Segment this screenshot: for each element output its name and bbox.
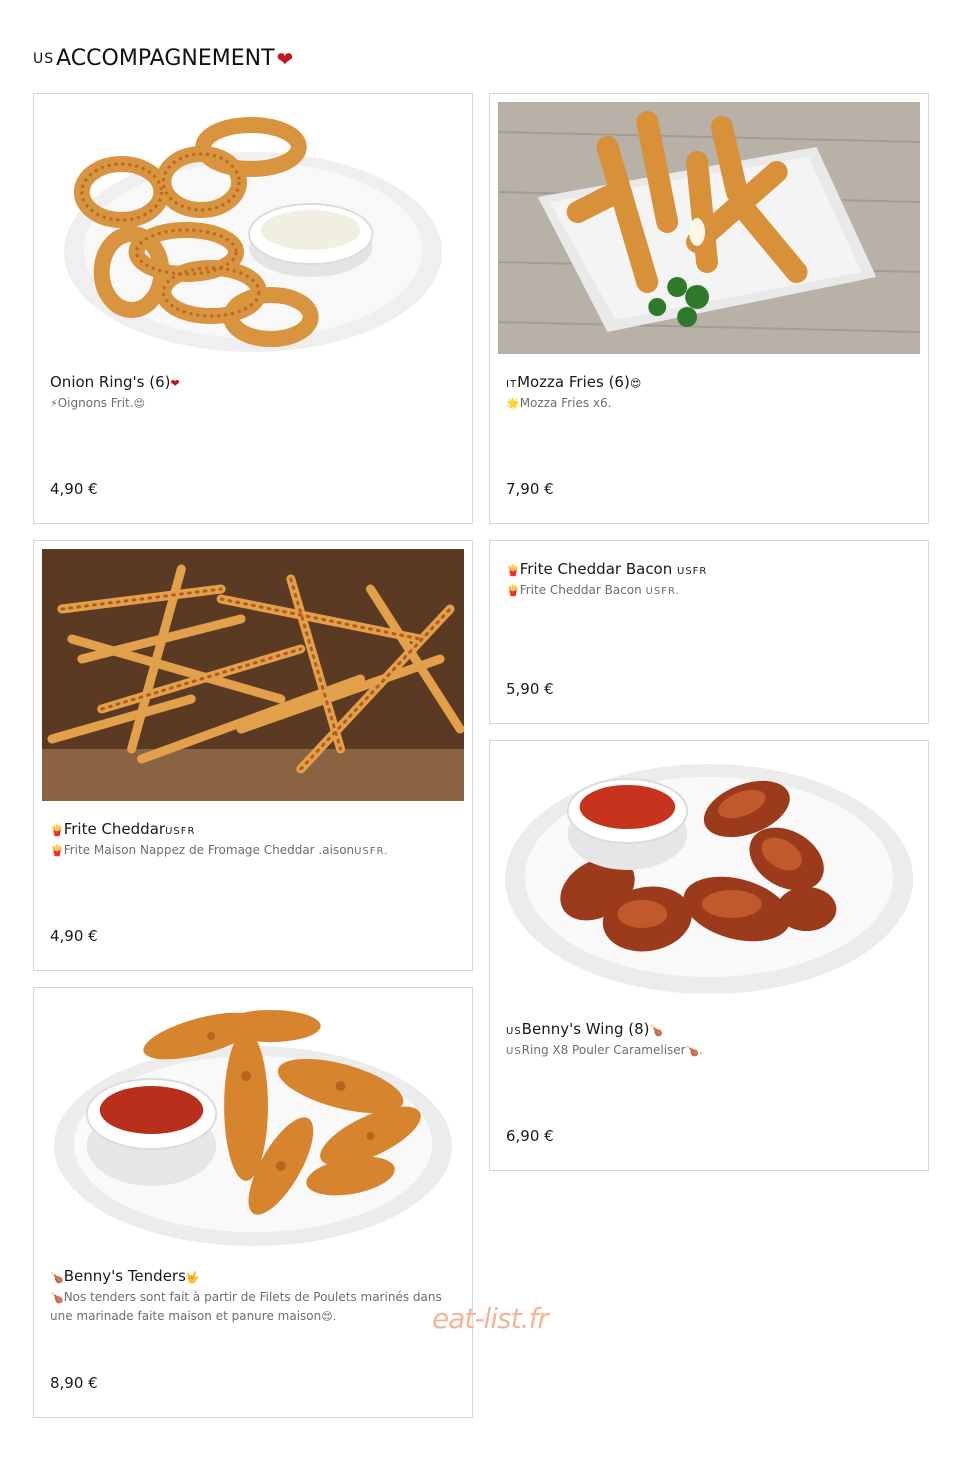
item-description: 🍗Nos tenders sont fait à partir de Filet… — [50, 1288, 452, 1326]
item-price: 6,90 € — [506, 1127, 554, 1145]
item-title: 🍟Frite CheddarUSFR — [50, 820, 456, 838]
fries-icon: 🍟 — [506, 564, 520, 577]
item-price: 7,90 € — [506, 480, 554, 498]
item-price: 8,90 € — [50, 1374, 98, 1392]
us-flag-label: US — [33, 50, 55, 67]
item-title: 🍟Frite Cheddar Bacon USFR — [506, 560, 912, 578]
flag-label: USFR — [677, 566, 708, 577]
menu-item-card[interactable]: 🍟Frite Cheddar Bacon USFR 🍟Frite Cheddar… — [489, 540, 929, 724]
item-title-text: Mozza Fries (6) — [517, 373, 630, 391]
heart-icon: ❤ — [170, 377, 180, 390]
menu-item-card[interactable]: 🍗Benny's Tenders🤟 🍗Nos tenders sont fait… — [33, 987, 473, 1418]
fries-icon: 🍟 — [50, 824, 64, 837]
drumstick-icon: 🍗. — [685, 1044, 703, 1057]
fries-icon: 🍟 — [50, 844, 64, 857]
item-price: 5,90 € — [506, 680, 554, 698]
item-title-text: Frite Cheddar Bacon — [519, 560, 678, 578]
onion-rings-image — [42, 102, 464, 354]
us-flag-label: US — [506, 1026, 522, 1037]
item-description-text: Frite Maison Nappez de Fromage Cheddar .… — [63, 843, 355, 857]
item-description: 🍟Frite Cheddar Bacon USFR. — [506, 581, 908, 601]
lightning-icon: ⚡ — [50, 397, 58, 410]
chicken-wings-image — [498, 749, 920, 1001]
flag-label: USFR. — [645, 586, 680, 597]
italy-flag-label: IT — [506, 379, 518, 390]
item-title-text: Onion Ring's (6) — [50, 373, 171, 391]
item-description-text: Ring X8 Pouler Carameliser — [521, 1043, 686, 1057]
section-title: ACCOMPAGNEMENT — [56, 46, 275, 71]
drumstick-icon: 🍗 — [50, 1291, 64, 1304]
star-icon: 🌟 — [506, 397, 520, 410]
item-title-text: Benny's Tenders — [63, 1267, 186, 1285]
item-description: ⚡Oignons Frit.😍 — [50, 394, 452, 413]
us-flag-label: US — [506, 1046, 522, 1057]
smile-icon: 😍 — [629, 377, 642, 390]
item-description-text: Mozza Fries x6. — [519, 396, 612, 410]
cheddar-fries-image — [42, 549, 464, 801]
item-title: Onion Ring's (6)❤ — [50, 373, 456, 391]
item-description: USRing X8 Pouler Carameliser🍗. — [506, 1041, 908, 1061]
smile-icon: 😍 — [133, 397, 146, 410]
item-title-text: Benny's Wing (8) — [521, 1020, 650, 1038]
item-price: 4,90 € — [50, 927, 98, 945]
item-title: USBenny's Wing (8)🍗 — [506, 1020, 912, 1038]
watermark-text: eat-list.fr — [432, 1302, 549, 1335]
item-title: 🍗Benny's Tenders🤟 — [50, 1267, 456, 1285]
flag-label: USFR — [165, 826, 196, 837]
item-title: ITMozza Fries (6)😍 — [506, 373, 912, 391]
smile-icon: 😍. — [321, 1310, 337, 1323]
item-description: 🌟Mozza Fries x6. — [506, 394, 908, 413]
menu-item-card[interactable]: USBenny's Wing (8)🍗 USRing X8 Pouler Car… — [489, 740, 929, 1171]
item-price: 4,90 € — [50, 480, 98, 498]
mozza-sticks-image — [498, 102, 920, 354]
drumstick-icon: 🍗 — [50, 1271, 64, 1284]
fries-icon: 🍟 — [506, 584, 520, 597]
chicken-tenders-image — [42, 996, 464, 1248]
section-heading: US ACCOMPAGNEMENT ❤ — [33, 46, 293, 71]
menu-item-card[interactable]: Onion Ring's (6)❤ ⚡Oignons Frit.😍 4,90 € — [33, 93, 473, 524]
item-description: 🍟Frite Maison Nappez de Fromage Cheddar … — [50, 841, 452, 861]
menu-item-card[interactable]: ITMozza Fries (6)😍 🌟Mozza Fries x6. 7,90… — [489, 93, 929, 524]
hand-icon: 🤟 — [185, 1271, 200, 1284]
menu-item-card[interactable]: 🍟Frite CheddarUSFR 🍟Frite Maison Nappez … — [33, 540, 473, 971]
item-title-text: Frite Cheddar — [63, 820, 166, 838]
item-description-text: Nos tenders sont fait à partir de Filets… — [50, 1290, 442, 1323]
heart-icon: ❤ — [276, 46, 294, 71]
item-description-text: Frite Cheddar Bacon — [519, 583, 646, 597]
item-description-text: Oignons Frit. — [57, 396, 134, 410]
flag-label: USFR. — [354, 846, 389, 857]
drumstick-icon: 🍗 — [649, 1024, 664, 1037]
